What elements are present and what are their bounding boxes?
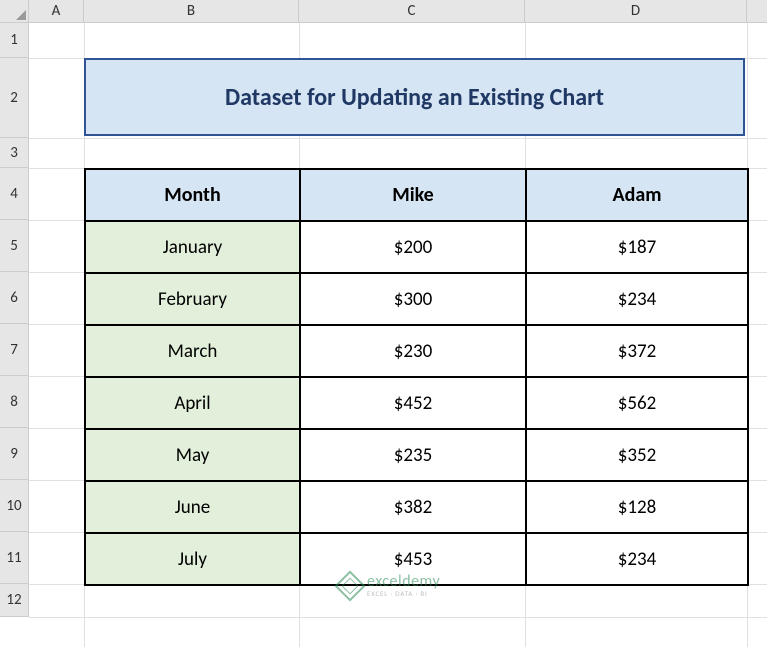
row-header-8[interactable]: 8	[0, 376, 28, 428]
value-cell[interactable]: $452	[300, 377, 526, 429]
month-cell[interactable]: May	[85, 429, 300, 481]
row-header-6[interactable]: 6	[0, 272, 28, 324]
worksheet-grid[interactable]: Dataset for Updating an Existing Chart M…	[29, 23, 767, 647]
row-header-11[interactable]: 11	[0, 532, 28, 584]
gridline	[29, 138, 767, 139]
month-cell[interactable]: July	[85, 533, 300, 585]
gridline	[29, 617, 767, 618]
table-row: June$382$128	[85, 481, 748, 533]
column-header-a[interactable]: A	[29, 0, 84, 22]
value-cell[interactable]: $372	[526, 325, 748, 377]
table-row: May$235$352	[85, 429, 748, 481]
watermark-sub: EXCEL · DATA · BI	[367, 590, 440, 597]
value-cell[interactable]: $200	[300, 221, 526, 273]
value-cell[interactable]: $352	[526, 429, 748, 481]
select-all-button[interactable]	[0, 0, 29, 23]
watermark-icon	[334, 570, 365, 601]
month-cell[interactable]: February	[85, 273, 300, 325]
value-cell[interactable]: $382	[300, 481, 526, 533]
value-cell[interactable]: $234	[526, 273, 748, 325]
row-header-4[interactable]: 4	[0, 168, 28, 220]
table-header-row: MonthMikeAdam	[85, 169, 748, 221]
table-header-cell[interactable]: Adam	[526, 169, 748, 221]
month-cell[interactable]: January	[85, 221, 300, 273]
row-header-3[interactable]: 3	[0, 138, 28, 168]
watermark: exceldemy EXCEL · DATA · BI	[339, 574, 440, 597]
row-header-5[interactable]: 5	[0, 220, 28, 272]
column-header-b[interactable]: B	[84, 0, 299, 22]
row-header-12[interactable]: 12	[0, 584, 28, 617]
value-cell[interactable]: $300	[300, 273, 526, 325]
row-header-2[interactable]: 2	[0, 58, 28, 138]
table-row: April$452$562	[85, 377, 748, 429]
value-cell[interactable]: $235	[300, 429, 526, 481]
watermark-text: exceldemy EXCEL · DATA · BI	[367, 574, 440, 597]
table-row: February$300$234	[85, 273, 748, 325]
table-header-cell[interactable]: Month	[85, 169, 300, 221]
value-cell[interactable]: $234	[526, 533, 748, 585]
column-header-d[interactable]: D	[525, 0, 747, 22]
month-cell[interactable]: June	[85, 481, 300, 533]
column-headers: ABCD	[29, 0, 767, 23]
title-text: Dataset for Updating an Existing Chart	[225, 83, 604, 112]
row-header-9[interactable]: 9	[0, 428, 28, 480]
watermark-main: exceldemy	[367, 574, 440, 590]
month-cell[interactable]: March	[85, 325, 300, 377]
month-cell[interactable]: April	[85, 377, 300, 429]
table-row: March$230$372	[85, 325, 748, 377]
title-cell[interactable]: Dataset for Updating an Existing Chart	[84, 58, 745, 136]
column-header-c[interactable]: C	[299, 0, 525, 22]
value-cell[interactable]: $230	[300, 325, 526, 377]
table-header-cell[interactable]: Mike	[300, 169, 526, 221]
row-header-7[interactable]: 7	[0, 324, 28, 376]
row-header-10[interactable]: 10	[0, 480, 28, 532]
value-cell[interactable]: $187	[526, 221, 748, 273]
row-header-1[interactable]: 1	[0, 23, 28, 58]
value-cell[interactable]: $562	[526, 377, 748, 429]
data-table: MonthMikeAdamJanuary$200$187February$300…	[84, 168, 749, 586]
value-cell[interactable]: $128	[526, 481, 748, 533]
row-headers: 123456789101112	[0, 23, 29, 617]
table-row: January$200$187	[85, 221, 748, 273]
